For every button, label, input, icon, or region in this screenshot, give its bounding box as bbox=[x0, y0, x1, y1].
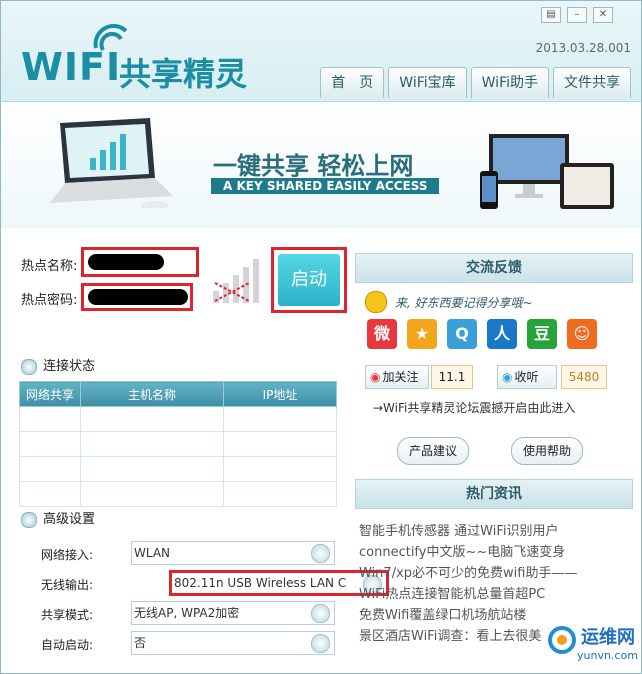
hotspot-password-label: 热点密码: bbox=[21, 293, 78, 308]
connection-status-title: 连接状态 bbox=[43, 359, 96, 374]
wireless-output-row: 无线输出: 802.11n USB Wireless LAN C bbox=[41, 570, 389, 597]
phone-illustration bbox=[480, 171, 498, 209]
follow-label: 加关注 bbox=[382, 370, 419, 384]
chevron-down-icon[interactable] bbox=[311, 544, 330, 563]
main-tabs: 首 页 WiFi宝库 WiFi助手 文件共享 bbox=[320, 67, 631, 98]
listen-label: 收听 bbox=[514, 370, 539, 384]
expand-icon bbox=[21, 511, 37, 528]
tab-home[interactable]: 首 页 bbox=[320, 67, 385, 98]
listen-button[interactable]: ◉ 收听 bbox=[497, 365, 557, 389]
redaction-mark bbox=[88, 289, 188, 305]
minimize-icon[interactable]: – bbox=[567, 7, 587, 23]
network-access-value: WLAN bbox=[134, 546, 171, 560]
follow-button[interactable]: ◉ 加关注 bbox=[365, 365, 429, 389]
watermark-text-cn: 运维网 bbox=[581, 627, 635, 648]
menu-icon[interactable]: ▤ bbox=[541, 7, 561, 23]
tencent-weibo-icon: ◉ bbox=[502, 370, 513, 384]
auto-start-value: 否 bbox=[134, 636, 147, 650]
tencent-weibo-icon[interactable]: Q bbox=[447, 319, 477, 349]
news-item[interactable]: 智能手机传感器 通过WiFi识别用户 bbox=[359, 521, 639, 542]
network-access-select[interactable]: WLAN bbox=[131, 541, 335, 565]
signal-off-icon bbox=[213, 259, 259, 303]
network-access-label: 网络接入: bbox=[41, 548, 94, 562]
renren-icon[interactable]: 人 bbox=[487, 319, 517, 349]
wireless-output-value: 802.11n USB Wireless LAN C bbox=[174, 576, 347, 590]
suggest-button[interactable]: 产品建议 bbox=[397, 437, 469, 465]
hosts-table: 网络共享 主机名称 IP地址 bbox=[19, 381, 337, 507]
feedback-panel-title: 交流反馈 bbox=[355, 253, 633, 283]
advanced-settings-title: 高级设置 bbox=[43, 512, 96, 527]
advanced-settings-header[interactable]: 高级设置 bbox=[21, 508, 95, 528]
hotspot-name-label: 热点名称: bbox=[21, 259, 78, 274]
expand-icon bbox=[21, 358, 37, 375]
wireless-output-select[interactable]: 802.11n USB Wireless LAN C bbox=[169, 570, 389, 596]
hotspot-password-input[interactable] bbox=[81, 283, 193, 311]
kaixin-icon[interactable]: ☺ bbox=[567, 319, 597, 349]
column-header: 网络共享 bbox=[19, 381, 81, 407]
banner-subtitle: A KEY SHARED EASILY ACCESS bbox=[211, 178, 440, 194]
logo-text: WIFI bbox=[21, 45, 122, 89]
chevron-down-icon[interactable] bbox=[311, 634, 330, 653]
news-item[interactable]: WiFi热点连接智能机总量首超PC bbox=[359, 584, 639, 605]
version-label: 2013.03.28.001 bbox=[535, 41, 631, 55]
watermark-text-en: yunvn.com bbox=[577, 649, 638, 662]
close-icon[interactable]: ✕ bbox=[593, 7, 613, 23]
column-header: IP地址 bbox=[223, 381, 337, 407]
listen-count: 5480 bbox=[561, 365, 607, 389]
start-button-label: 启动 bbox=[278, 254, 340, 306]
laptop-illustration bbox=[50, 118, 173, 208]
header: ▤ – ✕ WIFI 共享精灵 2013.03.28.001 首 页 WiFi宝… bbox=[1, 1, 641, 102]
auto-start-select[interactable]: 否 bbox=[131, 631, 335, 655]
logo-cn: 共享精灵 bbox=[119, 55, 248, 93]
wireless-output-label: 无线输出: bbox=[41, 578, 94, 592]
start-button[interactable]: 启动 bbox=[271, 247, 347, 313]
news-panel-title: 热门资讯 bbox=[355, 479, 633, 509]
column-header: 主机名称 bbox=[80, 381, 224, 407]
share-mode-label: 共享模式: bbox=[41, 608, 94, 622]
tab-wifi-assistant[interactable]: WiFi助手 bbox=[470, 67, 549, 98]
table-row bbox=[19, 456, 337, 482]
share-mode-value: 无线AP, WPA2加密 bbox=[134, 606, 240, 620]
share-mode-select[interactable]: 无线AP, WPA2加密 bbox=[131, 601, 335, 625]
table-row bbox=[19, 406, 337, 432]
help-button[interactable]: 使用帮助 bbox=[511, 437, 583, 465]
banner-subtitle-box: A KEY SHARED EASILY ACCESS bbox=[211, 178, 440, 194]
banner: 一键共享 轻松上网 A KEY SHARED EASILY ACCESS bbox=[1, 102, 641, 228]
hotspot-name-input[interactable] bbox=[81, 247, 199, 277]
weibo-icon: ◉ bbox=[370, 370, 381, 384]
feedback-message: 来, 好东西要记得分享哦~ bbox=[394, 295, 533, 310]
table-row bbox=[19, 481, 337, 507]
tab-file-sharing[interactable]: 文件共享 bbox=[553, 67, 631, 98]
douban-icon[interactable]: 豆 bbox=[527, 319, 557, 349]
chevron-down-icon[interactable] bbox=[311, 604, 330, 623]
follow-count: 11.1 bbox=[431, 365, 473, 389]
watermark: 运维网 yunvn.com bbox=[547, 619, 639, 671]
share-mode-row: 共享模式: 无线AP, WPA2加密 bbox=[41, 601, 341, 627]
tablet-illustration bbox=[560, 163, 614, 209]
redaction-mark bbox=[88, 254, 164, 270]
qzone-icon[interactable]: ★ bbox=[407, 319, 437, 349]
app-window: ▤ – ✕ WIFI 共享精灵 2013.03.28.001 首 页 WiFi宝… bbox=[0, 0, 642, 674]
table-row bbox=[19, 431, 337, 457]
smiley-icon bbox=[365, 291, 387, 313]
connection-status-header[interactable]: 连接状态 bbox=[21, 355, 95, 375]
news-item[interactable]: Win7/xp必不可少的免费wifi助手—— bbox=[359, 563, 639, 584]
forum-link[interactable]: →WiFi共享精灵论坛震撼开启由此进入 bbox=[373, 399, 575, 416]
news-item[interactable]: connectify中文版~~电脑飞速变身 bbox=[359, 542, 639, 563]
feedback-message-row: 来, 好东西要记得分享哦~ bbox=[365, 291, 635, 313]
network-access-row: 网络接入: WLAN bbox=[41, 541, 341, 567]
watermark-logo-icon bbox=[548, 626, 576, 654]
auto-start-label: 自动启动: bbox=[41, 638, 94, 652]
tab-wifi-library[interactable]: WiFi宝库 bbox=[388, 67, 467, 98]
weibo-icon[interactable]: 微 bbox=[367, 319, 397, 349]
app-logo: WIFI 共享精灵 bbox=[21, 24, 281, 93]
auto-start-row: 自动启动: 否 bbox=[41, 631, 341, 657]
banner-title: 一键共享 轻松上网 bbox=[213, 152, 414, 180]
table-header-row: 网络共享 主机名称 IP地址 bbox=[19, 381, 337, 407]
